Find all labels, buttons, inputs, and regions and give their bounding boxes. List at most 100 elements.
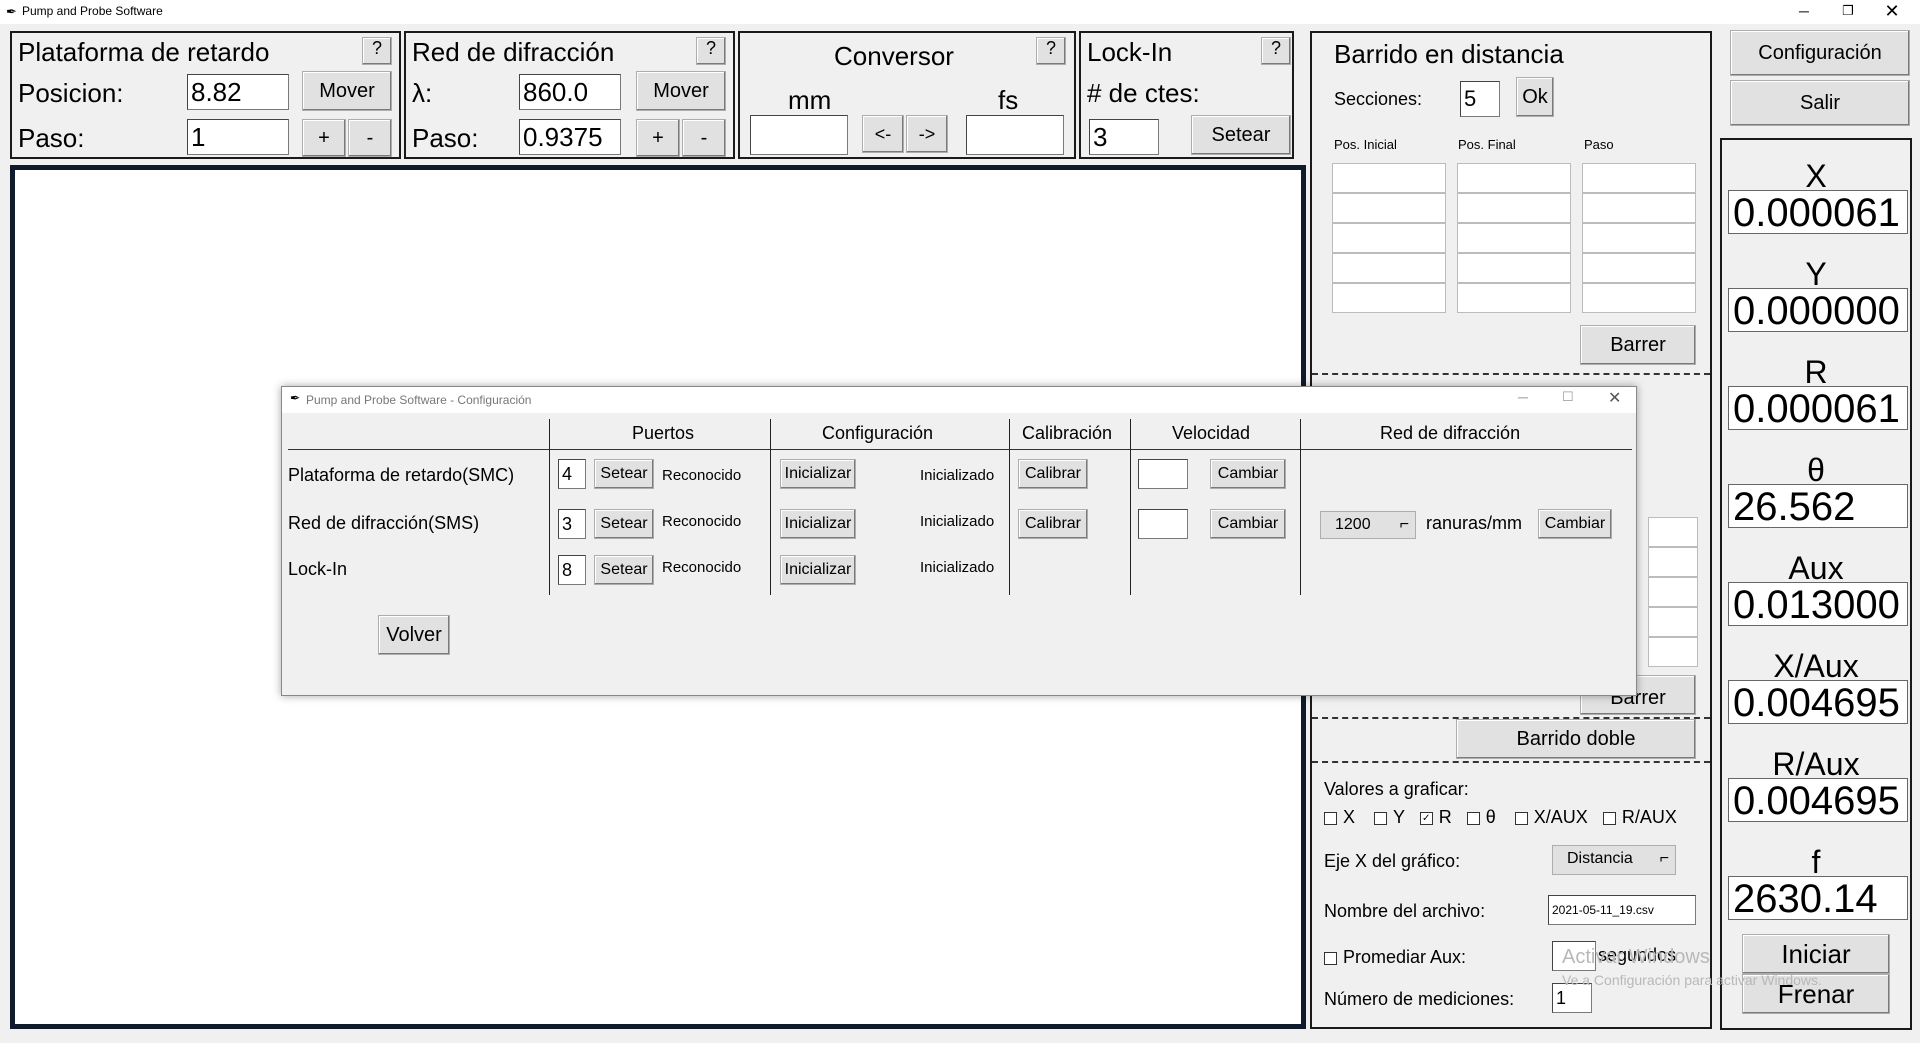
sweep2-cell[interactable]: [1648, 607, 1698, 637]
sweep2-cell[interactable]: [1648, 517, 1698, 547]
sweep2-cell[interactable]: [1648, 577, 1698, 607]
sections-field[interactable]: 5: [1460, 81, 1500, 117]
convert-left-button[interactable]: <-: [862, 115, 904, 153]
sweep-cell[interactable]: [1457, 253, 1571, 283]
delay-stage-title: Plataforma de retardo: [18, 37, 270, 67]
grating-grooves-select[interactable]: 1200 ⌐: [1320, 511, 1416, 539]
dialog-maximize-button[interactable]: ☐: [1562, 389, 1574, 405]
sweep-cell[interactable]: [1457, 223, 1571, 253]
delay-calibrate-button[interactable]: Calibrar: [1018, 459, 1088, 489]
grating-plus-button[interactable]: +: [636, 119, 680, 157]
checkbox-y[interactable]: [1374, 811, 1388, 825]
grooves-units-label: ranuras/mm: [1426, 513, 1523, 533]
lockin-port-set-button[interactable]: Setear: [594, 555, 654, 585]
sweep-cell[interactable]: [1332, 193, 1446, 223]
row-delay-stage-label: Plataforma de retardo(SMC): [288, 465, 515, 485]
delay-move-button[interactable]: Mover: [302, 71, 392, 111]
checkbox-avg-aux[interactable]: [1324, 951, 1337, 965]
window-titlebar: ✒ Pump and Probe Software ─ ❐ ✕: [0, 0, 1920, 24]
convert-right-button[interactable]: ->: [906, 115, 948, 153]
grating-speed-field[interactable]: [1138, 509, 1188, 539]
delay-port-set-button[interactable]: Setear: [594, 459, 654, 489]
check-xaux[interactable]: X/AUX: [1514, 807, 1588, 827]
sweep-cell[interactable]: [1457, 163, 1571, 193]
grating-grooves-change-button[interactable]: Cambiar: [1538, 509, 1612, 539]
delay-port-status: Reconocido: [662, 467, 742, 484]
lambda-field[interactable]: 860.0: [519, 74, 621, 110]
grating-minus-button[interactable]: -: [682, 119, 726, 157]
sweep-cell[interactable]: [1582, 163, 1696, 193]
sweep-button[interactable]: Barrer: [1580, 325, 1696, 365]
delay-speed-change-button[interactable]: Cambiar: [1210, 459, 1286, 489]
checkbox-theta[interactable]: [1466, 811, 1480, 825]
xaxis-select[interactable]: Distancia ⌐: [1552, 845, 1676, 875]
lockin-port-field[interactable]: 8: [558, 555, 586, 585]
sweep-cell[interactable]: [1582, 253, 1696, 283]
sweep-grid: [1332, 163, 1708, 313]
sweep-cell[interactable]: [1582, 223, 1696, 253]
restore-button[interactable]: ❐: [1826, 0, 1870, 24]
dialog-close-button[interactable]: ✕: [1608, 388, 1621, 408]
consts-label: # de ctes:: [1087, 78, 1200, 108]
delay-stage-help-button[interactable]: ?: [362, 37, 392, 65]
minimize-button[interactable]: ─: [1782, 0, 1826, 24]
grating-calibrate-button[interactable]: Calibrar: [1018, 509, 1088, 539]
sweep-cell[interactable]: [1582, 283, 1696, 313]
exit-button[interactable]: Salir: [1730, 80, 1910, 126]
delay-minus-button[interactable]: -: [348, 119, 392, 157]
sweep-cell[interactable]: [1332, 283, 1446, 313]
sweep-cell[interactable]: [1457, 193, 1571, 223]
start-button[interactable]: Iniciar: [1742, 934, 1890, 974]
delay-speed-field[interactable]: [1138, 459, 1188, 489]
grating-move-button[interactable]: Mover: [636, 71, 726, 111]
mm-field[interactable]: [750, 115, 848, 155]
check-y[interactable]: Y: [1374, 807, 1405, 827]
fs-field[interactable]: [966, 115, 1064, 155]
sweep2-cell[interactable]: [1648, 637, 1698, 667]
avg-aux-check[interactable]: Promediar Aux:: [1324, 947, 1466, 968]
sweep2-cell[interactable]: [1648, 547, 1698, 577]
filename-field[interactable]: 2021-05-11_19.csv: [1548, 895, 1696, 925]
check-r[interactable]: ✓ R: [1419, 807, 1452, 827]
checkbox-x[interactable]: [1324, 811, 1337, 825]
close-button[interactable]: ✕: [1870, 0, 1914, 24]
delay-init-button[interactable]: Inicializar: [780, 459, 856, 489]
filename-label: Nombre del archivo:: [1324, 901, 1486, 921]
sweep-cell[interactable]: [1332, 223, 1446, 253]
config-button[interactable]: Configuración: [1730, 30, 1910, 76]
checkbox-r-checked[interactable]: ✓: [1419, 811, 1433, 825]
sweep-cell[interactable]: [1582, 193, 1696, 223]
sweep-cell[interactable]: [1457, 283, 1571, 313]
grating-step-field[interactable]: 0.9375: [519, 119, 621, 155]
back-button[interactable]: Volver: [378, 615, 450, 655]
grating-init-button[interactable]: Inicializar: [780, 509, 856, 539]
lockin-help-button[interactable]: ?: [1261, 37, 1291, 65]
check-theta[interactable]: θ: [1466, 807, 1496, 827]
sections-ok-button[interactable]: Ok: [1516, 77, 1554, 117]
checkbox-raux[interactable]: [1602, 811, 1616, 825]
converter-help-button[interactable]: ?: [1036, 37, 1066, 65]
delay-step-field[interactable]: 1: [187, 119, 289, 155]
grating-port-field[interactable]: 3: [558, 509, 586, 539]
delay-step-label: Paso:: [18, 123, 85, 153]
sweep-cell[interactable]: [1332, 163, 1446, 193]
lockin-set-button[interactable]: Setear: [1191, 115, 1291, 155]
grating-step-label: Paso:: [412, 123, 479, 153]
sweep-cell[interactable]: [1332, 253, 1446, 283]
dialog-minimize-button[interactable]: ─: [1518, 389, 1528, 405]
col-separator: [549, 419, 550, 595]
plot-checks: X Y ✓ R θ X/AUX R/AUX: [1324, 807, 1677, 828]
double-sweep-button[interactable]: Barrido doble: [1456, 719, 1696, 759]
checkbox-xaux[interactable]: [1514, 811, 1528, 825]
grating-port-set-button[interactable]: Setear: [594, 509, 654, 539]
position-field[interactable]: 8.82: [187, 74, 289, 110]
delay-plus-button[interactable]: +: [302, 119, 346, 157]
consts-field[interactable]: 3: [1089, 119, 1159, 155]
grating-speed-change-button[interactable]: Cambiar: [1210, 509, 1286, 539]
check-raux[interactable]: R/AUX: [1602, 807, 1677, 827]
delay-port-field[interactable]: 4: [558, 459, 586, 489]
check-x[interactable]: X: [1324, 807, 1355, 827]
grating-help-button[interactable]: ?: [696, 37, 726, 65]
header-calibration: Calibración: [1022, 423, 1113, 443]
lockin-init-button[interactable]: Inicializar: [780, 555, 856, 585]
